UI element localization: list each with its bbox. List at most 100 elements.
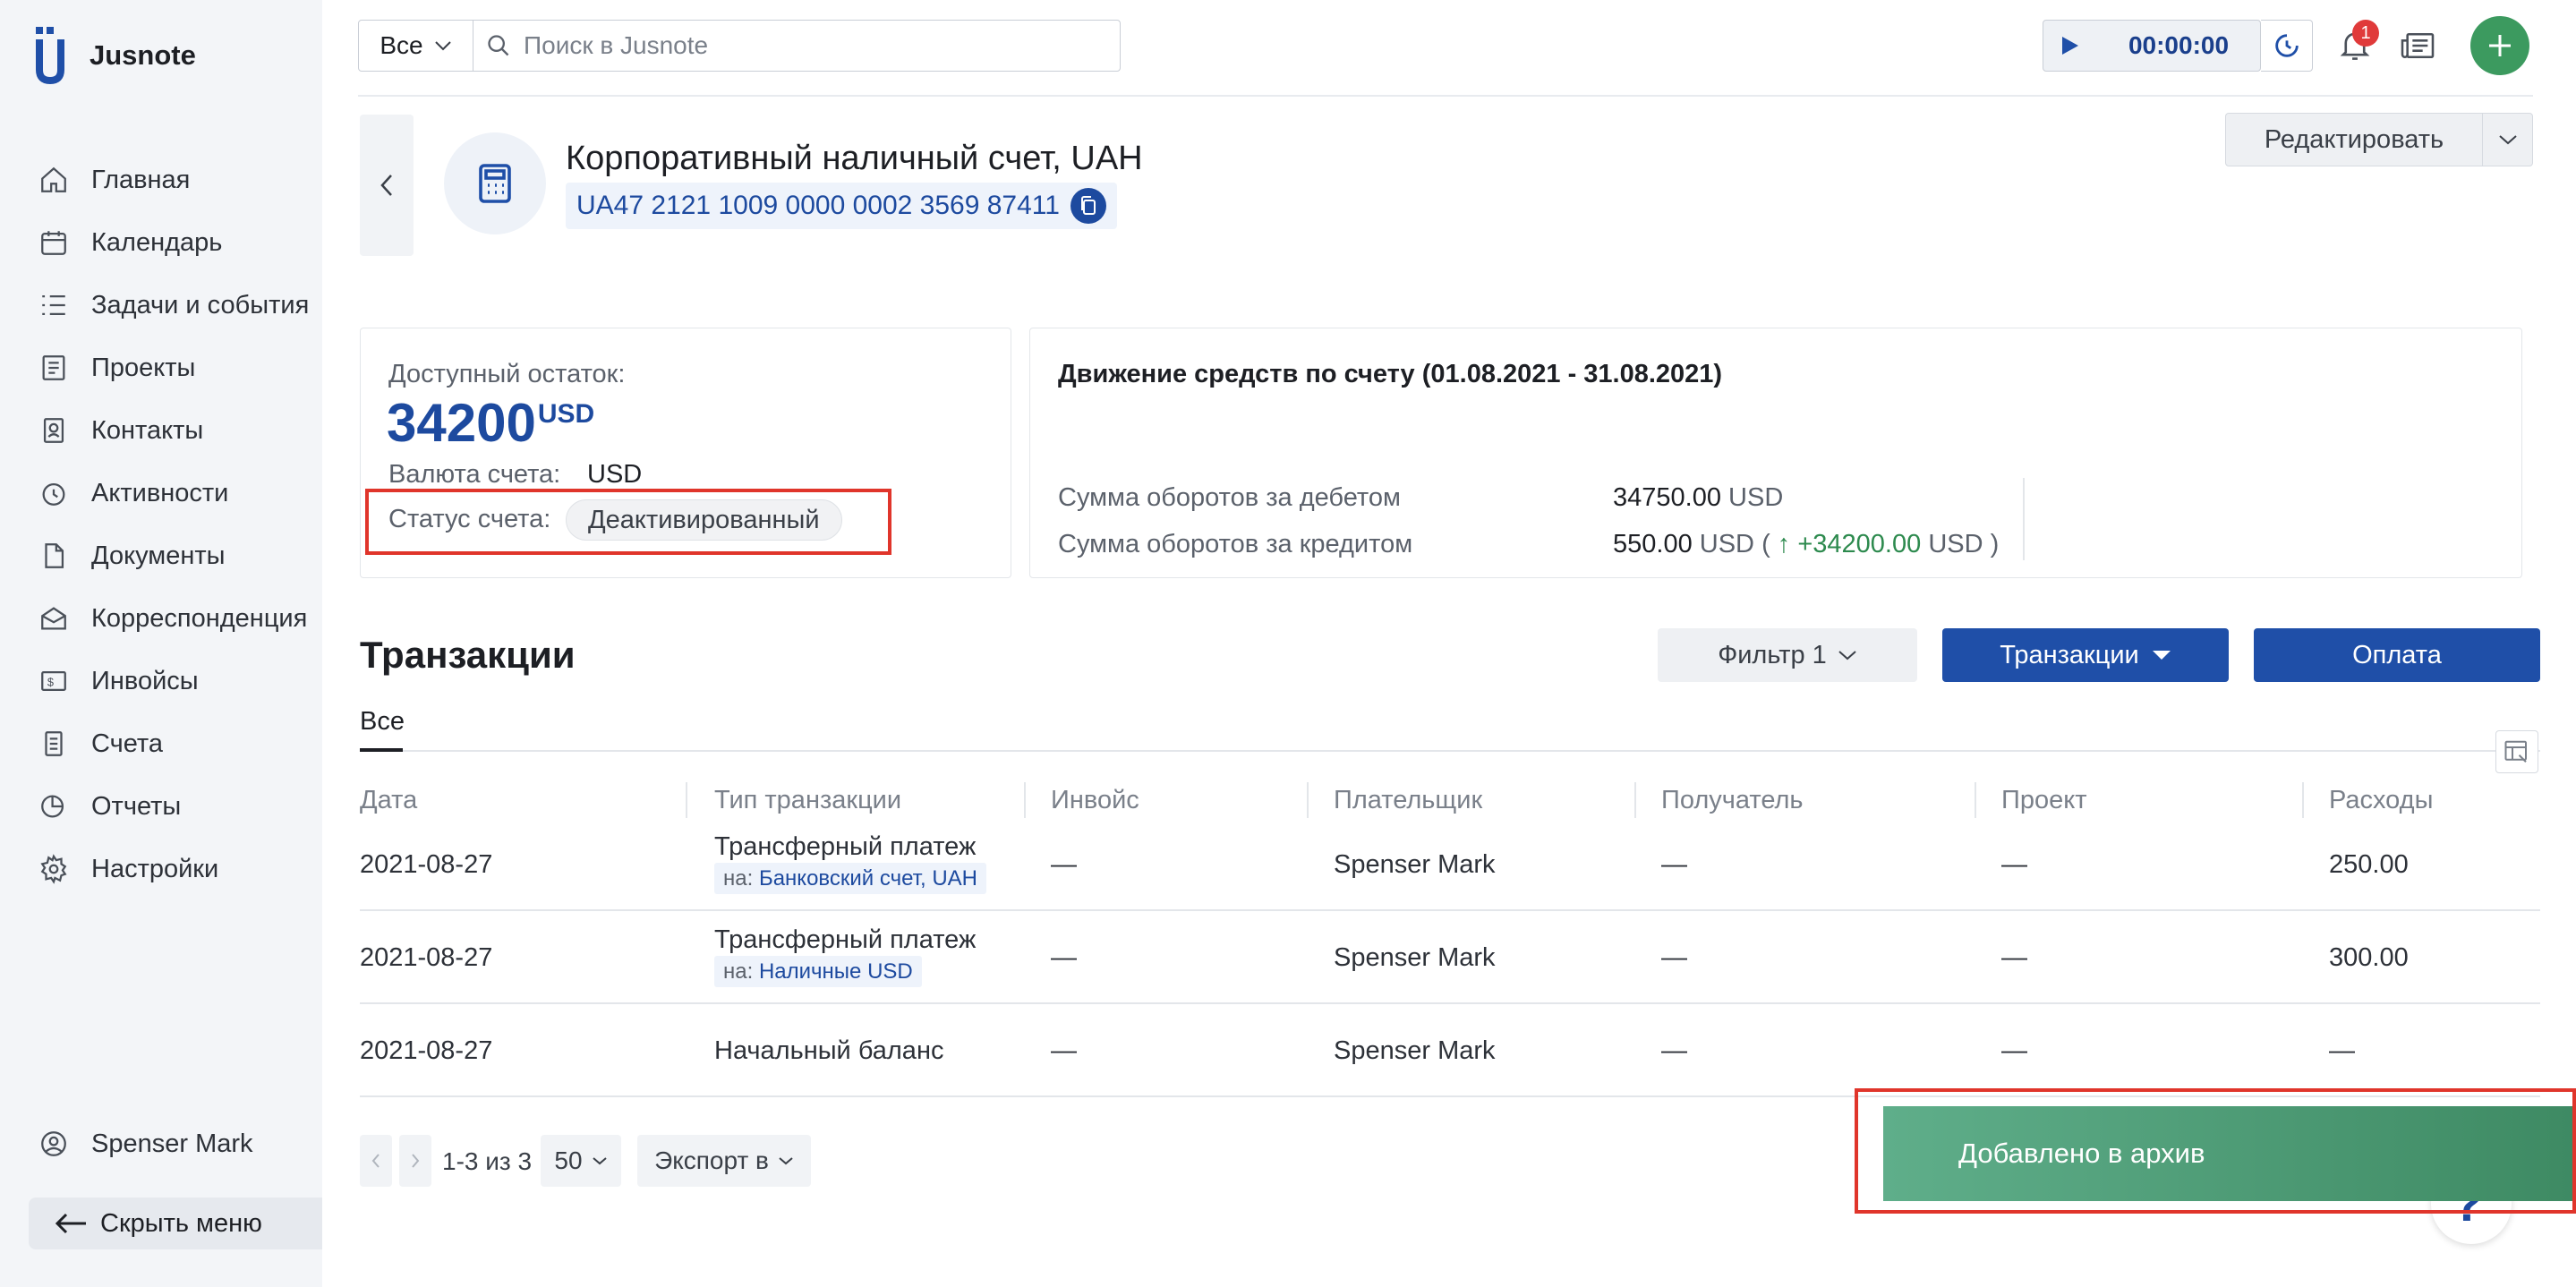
contacts-icon — [36, 413, 72, 448]
cell-payer: Spenser Mark — [1334, 1036, 1496, 1065]
sidebar-item-activity[interactable]: Активности — [36, 468, 313, 518]
credit-diff: +34200.00 — [1797, 530, 1922, 558]
column-settings-button[interactable] — [2495, 730, 2538, 773]
chevron-down-icon — [434, 40, 452, 51]
column-header-payer[interactable]: Плательщик — [1334, 786, 1482, 815]
payment-button[interactable]: Оплата — [2254, 628, 2540, 682]
search-input[interactable] — [522, 30, 1059, 61]
cell-type-sub-link[interactable]: Банковский счет, UAH — [759, 866, 977, 891]
jusnote-logo-icon — [36, 27, 64, 85]
arrow-up-icon: ↑ — [1777, 530, 1791, 558]
balance-amount: 34200 — [387, 393, 536, 453]
column-header-project[interactable]: Проект — [2001, 786, 2087, 815]
next-page-button[interactable] — [399, 1135, 431, 1187]
app-name: Jusnote — [90, 39, 196, 71]
sidebar-item-tasks[interactable]: Задачи и события — [36, 280, 313, 330]
sidebar-item-settings[interactable]: Настройки — [36, 844, 313, 894]
cell-type-sub-link[interactable]: Наличные USD — [759, 959, 913, 984]
filter-label: Фильтр 1 — [1718, 640, 1827, 669]
column-header-recipient[interactable]: Получатель — [1661, 786, 1804, 815]
calendar-icon — [36, 225, 72, 260]
sidebar-item-contacts[interactable]: Контакты — [36, 405, 313, 456]
timer-history-button[interactable] — [2261, 20, 2313, 72]
sidebar-item-label: Контакты — [91, 415, 204, 445]
search-bar: Все — [358, 20, 1121, 72]
credit-amount: 550.00 — [1613, 530, 1693, 558]
cell-invoice: — — [1051, 850, 1077, 879]
currency-value: USD — [587, 460, 643, 489]
chevron-down-icon — [1838, 650, 1857, 661]
cell-type-sub: на: Наличные USD — [714, 956, 922, 987]
edit-button[interactable]: Редактировать — [2225, 113, 2483, 166]
sidebar-item-reports[interactable]: Отчеты — [36, 781, 313, 831]
sidebar-item-calendar[interactable]: Календарь — [36, 217, 313, 268]
sidebar-item-label: Отчеты — [91, 791, 182, 821]
hide-menu-button[interactable]: Скрыть меню — [29, 1198, 322, 1249]
tab-all[interactable]: Все — [360, 707, 405, 737]
cell-type-sub: на: Банковский счет, UAH — [714, 863, 987, 894]
add-button[interactable] — [2470, 16, 2529, 75]
transactions-button[interactable]: Транзакции — [1942, 628, 2229, 682]
column-header-expense[interactable]: Расходы — [2329, 786, 2433, 815]
sidebar-item-home[interactable]: Главная — [36, 155, 313, 205]
per-page-value: 50 — [554, 1146, 583, 1174]
cell-recipient: — — [1661, 943, 1687, 972]
sidebar-item-label: Активности — [91, 478, 229, 507]
column-header-type[interactable]: Тип транзакции — [714, 786, 901, 815]
sidebar-item-label: Корреспонденция — [91, 603, 308, 633]
news-button[interactable] — [2395, 23, 2440, 68]
projects-icon — [36, 350, 72, 386]
filter-button[interactable]: Фильтр 1 — [1658, 628, 1917, 682]
sidebar-item-label: Задачи и события — [91, 290, 310, 320]
debit-currency: USD — [1728, 483, 1784, 512]
transactions-title: Транзакции — [360, 634, 576, 676]
chevron-down-icon — [778, 1156, 794, 1165]
iban-value: UA47 2121 1009 0000 0002 3569 87411 — [576, 191, 1060, 220]
cell-date: 2021-08-27 — [360, 943, 493, 972]
available-balance-label: Доступный остаток: — [388, 360, 626, 388]
column-separator — [1975, 782, 1976, 818]
copy-iban-button[interactable] — [1070, 188, 1106, 224]
chevron-right-icon — [411, 1153, 420, 1169]
invoice-icon: $ — [36, 663, 72, 699]
cell-expense: — — [2329, 1036, 2355, 1065]
sidebar-item-label: Календарь — [91, 227, 223, 257]
prev-page-button[interactable] — [360, 1135, 392, 1187]
per-page-select[interactable]: 50 — [541, 1135, 621, 1187]
edit-dropdown-button[interactable] — [2483, 113, 2533, 166]
row-divider — [360, 909, 2540, 911]
cell-payer: Spenser Mark — [1334, 943, 1496, 972]
sidebar-item-invoices[interactable]: $ Инвойсы — [36, 656, 313, 706]
account-avatar — [444, 132, 546, 234]
credit-label: Сумма оборотов за кредитом — [1058, 530, 1413, 558]
search-scope-select[interactable]: Все — [359, 21, 473, 71]
column-separator — [686, 782, 687, 818]
sidebar-item-projects[interactable]: Проекты — [36, 343, 313, 393]
calculator-icon — [477, 162, 513, 205]
sidebar-item-correspondence[interactable]: Корреспонденция — [36, 593, 313, 644]
sidebar-item-label: Главная — [91, 165, 191, 194]
sidebar-item-accounts[interactable]: Счета — [36, 719, 313, 769]
credit-currency: USD — [1699, 530, 1754, 558]
user-profile[interactable]: Spenser Mark — [36, 1119, 253, 1169]
play-icon[interactable] — [2043, 35, 2097, 56]
sidebar-item-documents[interactable]: Документы — [36, 531, 313, 581]
cell-expense: 250.00 — [2329, 850, 2409, 879]
page-range: 1-3 из 3 — [442, 1147, 533, 1175]
newspaper-icon — [2400, 30, 2435, 61]
chevron-down-icon — [2498, 134, 2518, 145]
documents-icon — [36, 538, 72, 574]
status-badge: Деактивированный — [566, 499, 842, 541]
column-header-date[interactable]: Дата — [360, 786, 417, 815]
cell-project: — — [2001, 850, 2027, 879]
cell-type: Трансферный платеж — [714, 925, 977, 954]
clock-history-icon — [2272, 30, 2302, 61]
back-button[interactable] — [360, 115, 414, 256]
export-button[interactable]: Экспорт в — [637, 1135, 811, 1187]
cell-project: — — [2001, 1036, 2027, 1065]
balance-currency: USD — [537, 399, 595, 429]
flow-divider — [2023, 478, 2025, 560]
column-header-invoice[interactable]: Инвойс — [1051, 786, 1139, 815]
sidebar-item-label: Настройки — [91, 854, 219, 883]
account-iban: UA47 2121 1009 0000 0002 3569 87411 — [566, 183, 1117, 229]
